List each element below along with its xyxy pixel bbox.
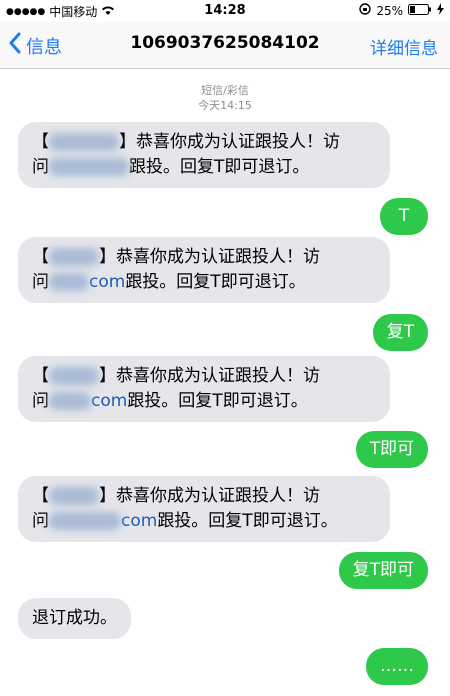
- outgoing-message[interactable]: 复T: [372, 314, 428, 351]
- redacted-blur: [49, 487, 99, 505]
- message-timestamp: 今天14:15: [198, 99, 252, 112]
- incoming-message[interactable]: 【】恭喜你成为认证跟投人！访 问 com跟投。回复T即可退订。: [18, 356, 390, 422]
- message-line: 问跟投。回复T即可退订。: [32, 157, 310, 177]
- incoming-message[interactable]: 【】恭喜你成为认证跟投人！访 问 com跟投。回复T即可退订。: [18, 476, 390, 542]
- outgoing-message[interactable]: 复T即可: [338, 552, 428, 589]
- message-line: 【】恭喜你成为认证跟投人！访: [32, 247, 320, 267]
- redacted-blur: [49, 248, 99, 266]
- message-type-label: 短信/彩信: [201, 84, 249, 97]
- navigation-bar: 信息 1069037625084102 详细信息: [0, 22, 450, 69]
- redacted-blur: [49, 367, 99, 385]
- details-button[interactable]: 详细信息: [370, 34, 438, 59]
- redacted-blur: [49, 273, 89, 291]
- message-line: 【】恭喜你成为认证跟投人！访: [32, 486, 320, 506]
- outgoing-message[interactable]: T即可: [355, 431, 428, 468]
- incoming-message[interactable]: 【】恭喜你成为认证跟投人！访 问跟投。回复T即可退订。: [18, 122, 390, 188]
- battery-percent: 25%: [376, 3, 403, 18]
- incoming-message[interactable]: 【】恭喜你成为认证跟投人！访 问 com跟投。回复T即可退订。: [18, 237, 390, 303]
- redacted-blur: [49, 392, 91, 410]
- message-line: 问 com跟投。回复T即可退订。: [32, 391, 308, 411]
- orientation-lock-icon: [359, 3, 372, 18]
- outgoing-message[interactable]: ……: [366, 648, 428, 685]
- charging-icon: [437, 3, 444, 18]
- status-bar: ●●●●● 中国移动 14:28 25%: [0, 0, 450, 22]
- redacted-blur: [49, 512, 121, 530]
- outgoing-message[interactable]: T: [380, 198, 428, 235]
- battery-icon: [408, 3, 432, 18]
- message-line: 【】恭喜你成为认证跟投人！访: [32, 366, 320, 386]
- message-line: 问 com跟投。回复T即可退订。: [32, 272, 306, 292]
- message-line: 问 com跟投。回复T即可退订。: [32, 511, 338, 531]
- incoming-message[interactable]: 退订成功。: [18, 598, 131, 639]
- redacted-blur: [49, 158, 129, 176]
- redacted-blur: [49, 133, 119, 151]
- message-line: 【】恭喜你成为认证跟投人！访: [32, 132, 340, 152]
